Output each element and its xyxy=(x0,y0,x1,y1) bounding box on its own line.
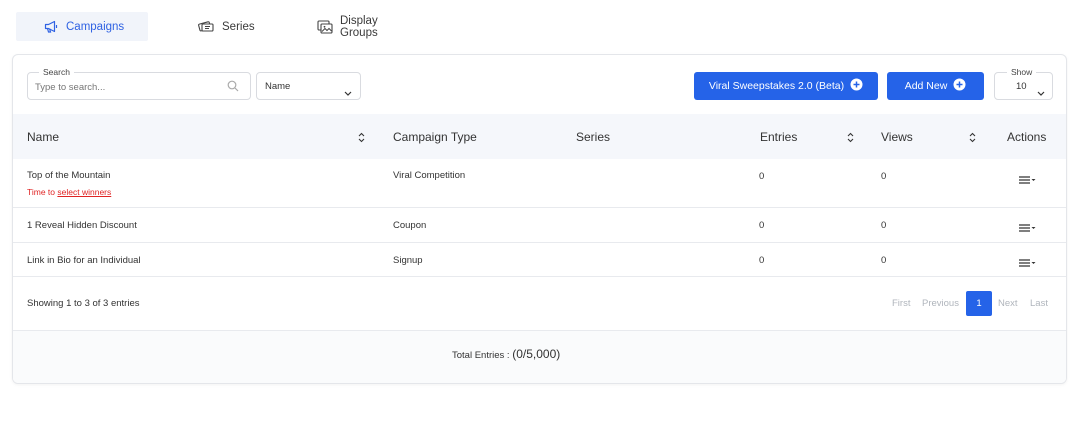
add-new-label: Add New xyxy=(904,80,948,92)
tab-series[interactable]: Series xyxy=(198,12,255,41)
column-header-actions: Actions xyxy=(1007,130,1047,144)
winner-warning: Time to select winners xyxy=(27,187,111,197)
filter-select[interactable]: Name xyxy=(256,72,361,100)
campaign-type: Viral Competition xyxy=(393,170,466,181)
chevron-down-icon xyxy=(1037,84,1045,99)
viral-sweepstakes-label: Viral Sweepstakes 2.0 (Beta) xyxy=(708,80,845,92)
pagination-next[interactable]: Next xyxy=(998,298,1018,309)
search-field: Search xyxy=(27,66,251,100)
column-header-views[interactable]: Views xyxy=(881,130,913,144)
search-icon[interactable] xyxy=(227,80,239,95)
page-size-select[interactable]: Show 10 xyxy=(994,66,1053,100)
pagination-first[interactable]: First xyxy=(892,298,910,309)
select-winners-link[interactable]: select winners xyxy=(57,187,111,197)
table-header: Name Campaign Type Series Entries Views … xyxy=(13,114,1066,159)
tab-campaigns-label: Campaigns xyxy=(66,20,125,33)
campaign-views: 0 xyxy=(881,255,887,266)
table-row: Link in Bio for an Individual Signup 0 0 xyxy=(13,242,1066,276)
campaign-type: Signup xyxy=(393,255,423,266)
column-header-campaign-type: Campaign Type xyxy=(393,130,477,144)
sort-icon[interactable] xyxy=(358,131,365,146)
campaign-views: 0 xyxy=(881,220,887,231)
gallery-icon xyxy=(317,19,333,34)
plus-circle-icon xyxy=(850,78,863,94)
column-header-series: Series xyxy=(576,130,611,144)
table-row: 1 Reveal Hidden Discount Coupon 0 0 xyxy=(13,207,1066,242)
campaign-views: 0 xyxy=(881,171,887,182)
campaign-name[interactable]: Link in Bio for an Individual xyxy=(27,255,141,266)
pagination-last[interactable]: Last xyxy=(1030,298,1048,309)
tab-display-groups-label: Display Groups xyxy=(340,14,378,39)
tab-campaigns[interactable]: Campaigns xyxy=(16,12,148,41)
column-header-entries[interactable]: Entries xyxy=(760,130,797,144)
campaign-entries: 0 xyxy=(759,171,765,182)
megaphone-icon xyxy=(44,20,59,33)
pagination-page-1[interactable]: 1 xyxy=(966,291,992,316)
campaign-entries: 0 xyxy=(759,220,765,231)
tab-display-groups[interactable]: Display Groups xyxy=(317,12,378,41)
campaign-entries: 0 xyxy=(759,255,765,266)
tab-series-label: Series xyxy=(222,20,255,33)
top-tabs: Campaigns Series Display Groups xyxy=(16,12,378,41)
total-entries-value: (0/5,000) xyxy=(512,347,561,361)
actions-menu-icon[interactable] xyxy=(1019,172,1036,187)
table-row: Top of the Mountain Time to select winne… xyxy=(13,159,1066,207)
pagination-bar: Showing 1 to 3 of 3 entries First Previo… xyxy=(13,276,1066,330)
search-input[interactable] xyxy=(35,79,215,95)
actions-menu-icon[interactable] xyxy=(1019,255,1036,270)
chevron-down-icon xyxy=(344,84,352,99)
add-new-button[interactable]: Add New xyxy=(887,72,984,100)
column-header-name[interactable]: Name xyxy=(27,130,59,144)
campaign-name[interactable]: 1 Reveal Hidden Discount xyxy=(27,220,137,231)
total-entries-label: Total Entries : xyxy=(452,350,510,361)
pagination-previous[interactable]: Previous xyxy=(922,298,959,309)
campaigns-card: Search Name Viral Sweepstakes 2.0 (Beta)… xyxy=(12,54,1067,384)
sort-icon[interactable] xyxy=(847,131,854,146)
actions-menu-icon[interactable] xyxy=(1019,220,1036,235)
sort-icon[interactable] xyxy=(969,131,976,146)
plus-circle-icon xyxy=(953,78,966,94)
campaign-type: Coupon xyxy=(393,220,427,231)
total-entries-panel: Total Entries : (0/5,000) xyxy=(13,330,1066,383)
viral-sweepstakes-button[interactable]: Viral Sweepstakes 2.0 (Beta) xyxy=(694,72,878,100)
winner-warning-text: Time to xyxy=(27,187,58,197)
page-size-value: 10 xyxy=(1016,81,1027,92)
show-legend: Show xyxy=(1007,66,1037,78)
tickets-icon xyxy=(198,20,215,33)
campaign-name[interactable]: Top of the Mountain xyxy=(27,170,110,181)
entries-summary: Showing 1 to 3 of 3 entries xyxy=(27,298,140,309)
search-legend: Search xyxy=(39,66,74,78)
filter-select-value: Name xyxy=(265,81,291,92)
total-entries: Total Entries : (0/5,000) xyxy=(452,347,560,361)
